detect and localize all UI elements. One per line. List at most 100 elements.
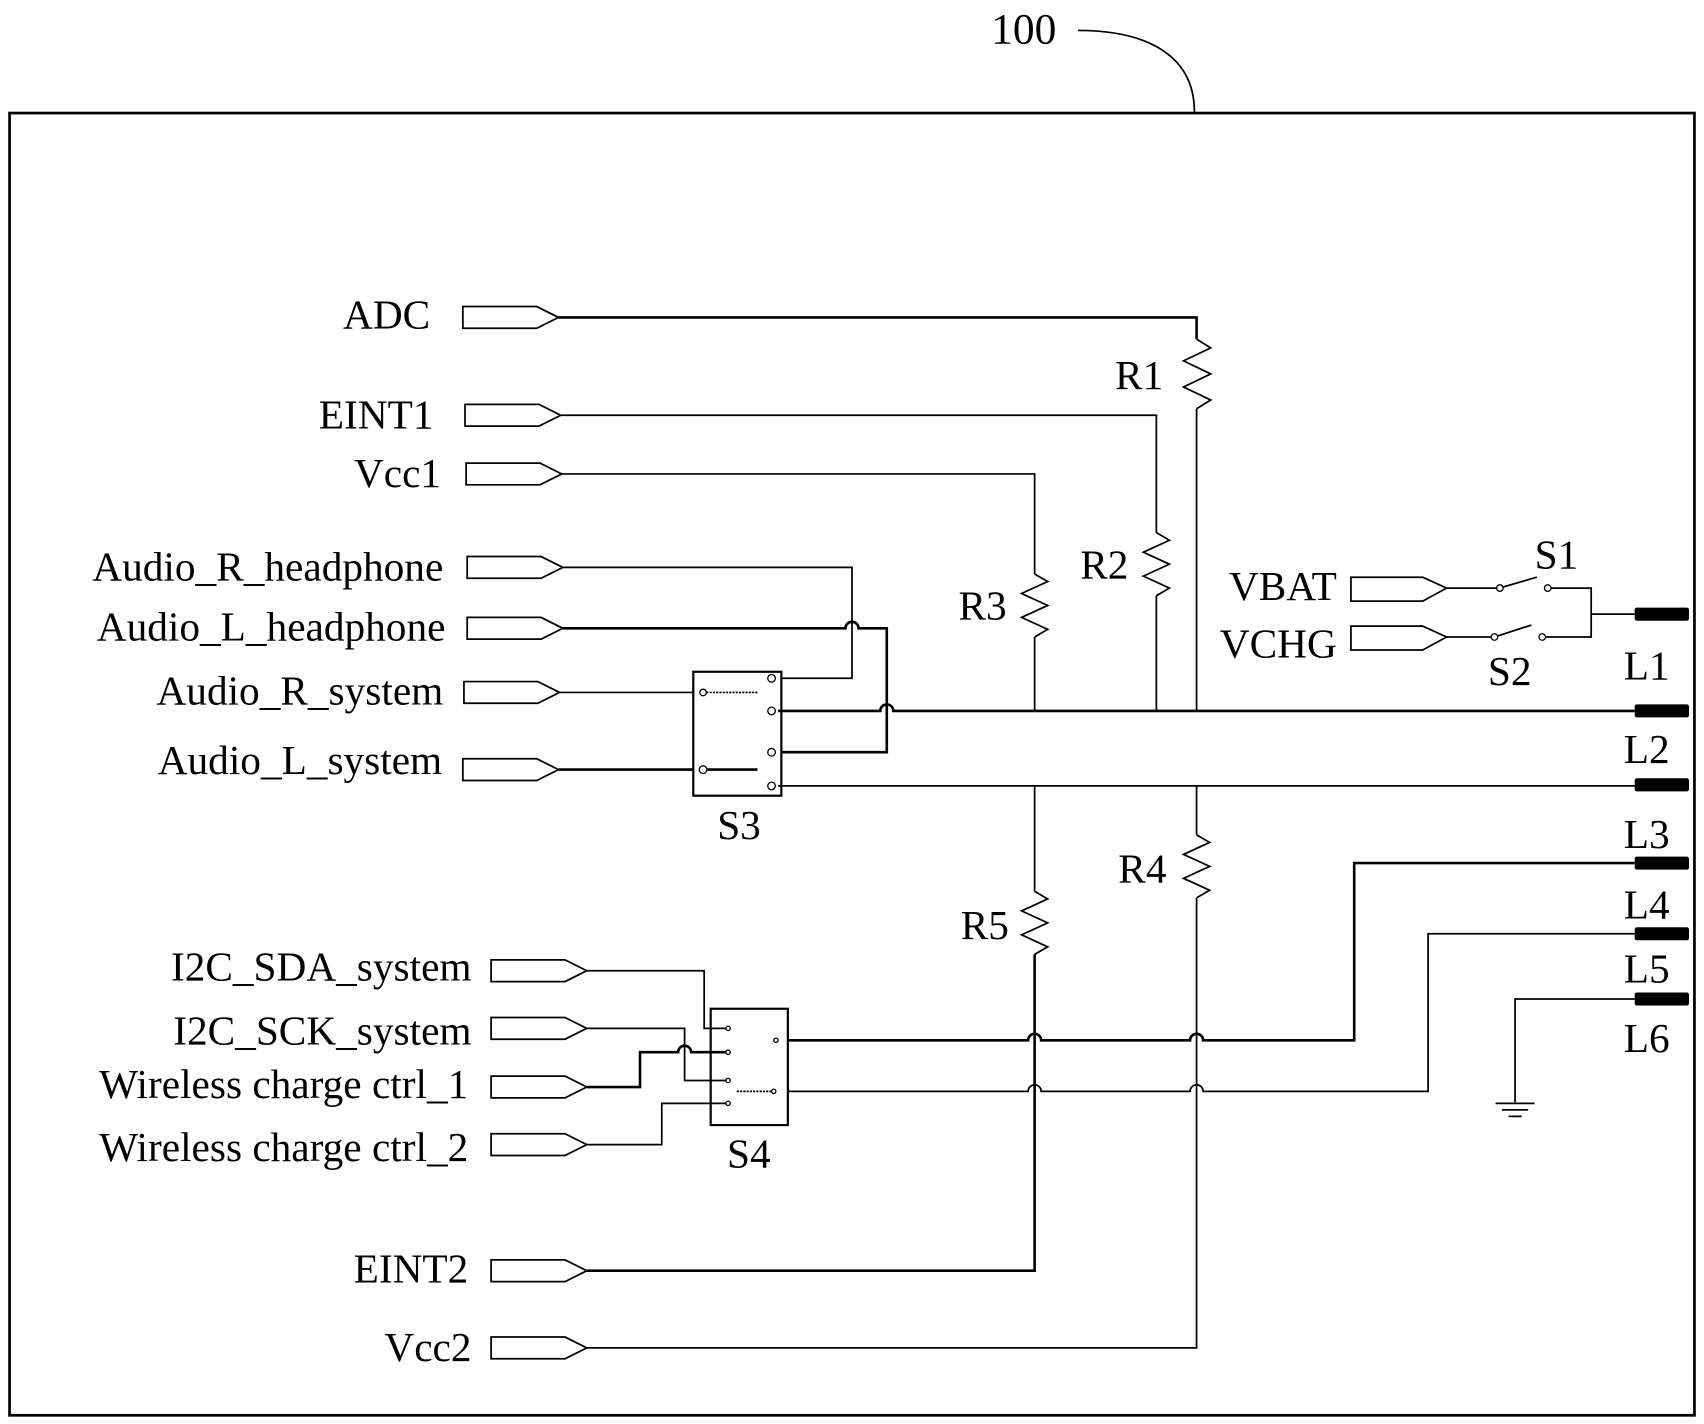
port-wireless-charge-ctrl-2: Wireless charge ctrl_2 xyxy=(99,1124,589,1170)
port-label: Audio_R_system xyxy=(156,667,443,713)
pin-icon xyxy=(1543,584,1552,592)
pin-icon xyxy=(773,1037,779,1044)
pin-icon xyxy=(1538,633,1547,641)
port-connector-icon xyxy=(464,403,563,427)
wire-audio-r-headphone xyxy=(562,566,853,680)
port-label: I2C_SDA_system xyxy=(171,943,472,989)
resistor-r4-label: R4 xyxy=(1118,846,1166,892)
pad-l2-label: L2 xyxy=(1624,726,1670,772)
pad-l4 xyxy=(1634,927,1690,941)
pin-icon xyxy=(1490,633,1499,641)
port-vcc1: Vcc1 xyxy=(354,450,564,496)
switch-s2-blade-icon xyxy=(1497,624,1532,637)
port-connector-icon xyxy=(490,1336,589,1360)
pin-icon xyxy=(767,673,777,683)
port-eint1: EINT1 xyxy=(319,391,563,437)
port-label: Audio_L_system xyxy=(158,737,442,783)
port-connector-icon xyxy=(490,958,589,983)
port-wireless-charge-ctrl-1: Wireless charge ctrl_1 xyxy=(99,1061,589,1107)
pin-icon xyxy=(767,781,777,791)
port-vchg: VCHG xyxy=(1220,621,1449,667)
port-label: Audio_L_headphone xyxy=(97,603,446,649)
port-label: VBAT xyxy=(1229,563,1337,609)
port-connector-icon xyxy=(1350,576,1449,602)
pin-icon xyxy=(1495,584,1504,592)
port-i2c-sck-system: I2C_SCK_system xyxy=(173,1008,589,1054)
port-connector-icon xyxy=(490,1075,589,1099)
switch-s1-label: S1 xyxy=(1535,532,1579,578)
pad-l2 xyxy=(1634,778,1690,792)
resistor-r2-icon xyxy=(1141,531,1172,597)
port-label: Audio_R_headphone xyxy=(92,543,443,589)
switch-s1-blade-icon xyxy=(1502,576,1538,588)
pin-icon xyxy=(767,706,777,716)
switch-s3-body xyxy=(692,670,783,797)
port-label: I2C_SCK_system xyxy=(173,1008,471,1054)
wire-s1-s2-to-l1 xyxy=(1545,587,1635,638)
port-connector-icon xyxy=(466,555,565,580)
port-connector-icon xyxy=(1350,625,1449,651)
resistor-r4-icon xyxy=(1181,834,1212,899)
pin-icon xyxy=(725,1049,731,1056)
resistor-r5-label: R5 xyxy=(961,902,1009,948)
reference-number: 100 xyxy=(991,5,1056,53)
pad-l1-top xyxy=(1634,607,1690,621)
wire-l5-to-ground xyxy=(1514,998,1635,1103)
pad-l3-label: L3 xyxy=(1624,811,1670,857)
pad-l1-label: L1 xyxy=(1624,642,1670,688)
pad-l4-label: L4 xyxy=(1624,882,1670,928)
pin-icon xyxy=(699,688,707,697)
pad-l5-label: L5 xyxy=(1624,946,1670,992)
port-label: VCHG xyxy=(1220,621,1337,667)
wire-vcc1 xyxy=(561,473,1036,574)
port-i2c-sda-system: I2C_SDA_system xyxy=(171,943,589,989)
wire-i2c-sck xyxy=(586,1027,726,1082)
port-label: ADC xyxy=(343,291,430,337)
wire-l1-line xyxy=(778,703,1635,713)
resistor-r2-label: R2 xyxy=(1080,541,1128,587)
resistor-r3-icon xyxy=(1019,573,1050,638)
port-eint2: EINT2 xyxy=(354,1246,589,1292)
resistor-r1-icon xyxy=(1181,338,1213,410)
port-label: Vcc2 xyxy=(384,1324,471,1370)
pin-icon xyxy=(770,1088,777,1095)
pad-l6-label: L6 xyxy=(1624,1015,1670,1061)
wire-s4-to-l4 xyxy=(787,932,1635,1093)
port-connector-icon xyxy=(461,305,561,330)
port-connector-icon xyxy=(490,1132,589,1157)
pin-icon xyxy=(725,1100,731,1107)
pin-icon xyxy=(725,1025,731,1032)
port-label: EINT2 xyxy=(354,1246,469,1292)
resistor-r1-label: R1 xyxy=(1115,352,1163,398)
pad-l1 xyxy=(1634,704,1690,718)
wire-adc xyxy=(558,316,1198,340)
port-connector-icon xyxy=(490,1016,589,1041)
port-connector-icon xyxy=(490,1258,589,1283)
port-vcc2: Vcc2 xyxy=(384,1324,589,1370)
port-connector-icon xyxy=(465,462,564,486)
port-adc: ADC xyxy=(343,291,561,337)
port-connector-icon xyxy=(463,680,562,705)
pin-icon xyxy=(698,765,708,775)
port-label: Vcc1 xyxy=(354,450,441,496)
resistor-r3-label: R3 xyxy=(959,583,1007,629)
port-label: Wireless charge ctrl_2 xyxy=(99,1124,468,1170)
port-vbat: VBAT xyxy=(1229,563,1449,609)
pin-icon xyxy=(767,747,777,757)
switch-s4-label: S4 xyxy=(727,1130,771,1176)
switch-s3: S3 xyxy=(692,670,783,848)
switch-s3-label: S3 xyxy=(717,802,761,848)
circuit-diagram: 100 ADC EINT1 Vcc1 Audio_R_headphone Aud… xyxy=(8,5,1696,1417)
port-audio-l-headphone: Audio_L_headphone xyxy=(97,603,565,649)
reference-leader-line xyxy=(1078,29,1196,112)
resistor-r5-icon xyxy=(1019,890,1050,956)
pad-l3 xyxy=(1634,856,1690,870)
wire-vcc2 xyxy=(586,897,1198,1349)
wire-i2c-sda xyxy=(586,969,726,1030)
port-label: Wireless charge ctrl_1 xyxy=(99,1061,468,1107)
port-audio-l-system: Audio_L_system xyxy=(158,737,561,783)
port-audio-r-system: Audio_R_system xyxy=(156,667,562,713)
wire-eint2 xyxy=(586,954,1036,1273)
pad-l5 xyxy=(1634,992,1690,1006)
wire-s4-to-l3 xyxy=(787,861,1635,1042)
